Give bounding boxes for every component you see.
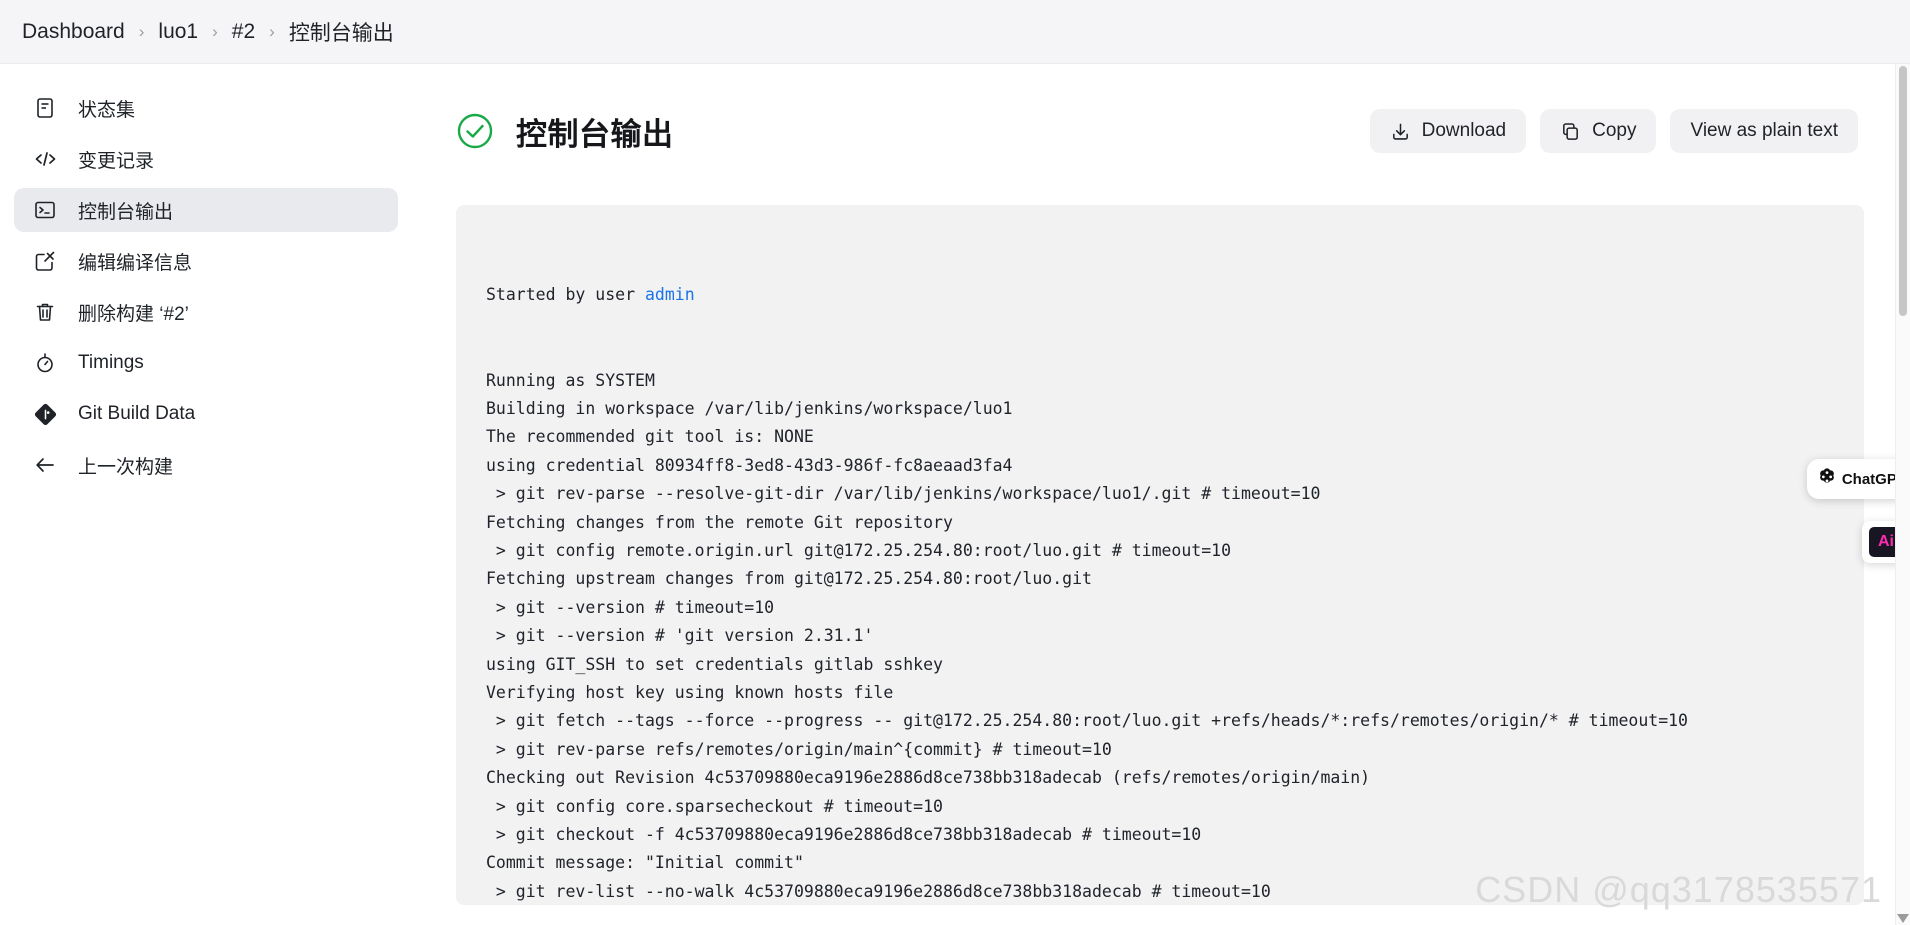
user-link[interactable]: admin [645,285,695,304]
download-button-label: Download [1421,120,1507,142]
sidebar-item-console-output[interactable]: 控制台输出 [14,188,398,232]
log-line: > git rev-parse refs/remotes/origin/main… [486,739,1112,759]
log-line-started-by: Started by user admin [486,281,1864,309]
arrow-left-icon [32,452,58,478]
log-line: The recommended git tool is: NONE [486,427,814,447]
page-scrollbar[interactable] [1895,64,1910,925]
scrollbar-thumb[interactable] [1899,66,1907,316]
log-line: Running as SYSTEM [486,370,655,390]
header-actions: Download Copy View as plain text [1369,109,1858,154]
breadcrumb-item-dashboard[interactable]: Dashboard [22,20,125,44]
chevron-right-icon: › [212,22,218,41]
log-line: Verifying host key using known hosts fil… [486,683,894,703]
sidebar-item-changes[interactable]: 变更记录 [14,137,398,181]
console-log: Started by user admin Running as SYSTEM B… [486,225,1864,905]
sidebar-item-label: 编辑编译信息 [78,252,193,274]
log-line: > git --version # timeout=10 [486,597,775,617]
trash-icon [32,299,58,325]
sidebar: 状态集 变更记录 控制台输出 编辑编译信息 删除构建 ‘#2’ Timings … [0,64,420,925]
breadcrumb-bar: Dashboard › luo1 › #2 › 控制台输出 [0,0,1910,64]
sidebar-item-label: Timings [78,352,144,373]
chatgpt-logo-icon [1816,466,1838,492]
log-line: Checking out Revision 4c53709880eca9196e… [486,768,1371,788]
edit-square-icon [32,248,58,274]
code-icon [32,146,58,172]
log-lines: Running as SYSTEM Building in workspace /… [486,367,1864,905]
sidebar-item-label: 删除构建 ‘#2’ [78,303,189,325]
breadcrumb: Dashboard › luo1 › #2 › 控制台输出 [22,17,394,47]
breadcrumb-item-job[interactable]: luo1 [158,20,198,44]
stopwatch-icon [32,350,58,376]
sidebar-item-label: 状态集 [78,99,136,121]
log-line-prefix: Started by user [486,285,645,305]
copy-button[interactable]: Copy [1540,109,1657,154]
log-line: > git rev-parse --resolve-git-dir /var/l… [486,484,1321,504]
log-line: > git rev-list --no-walk 4c53709880eca91… [486,881,1271,901]
console-output-panel[interactable]: Started by user admin Running as SYSTEM B… [456,204,1864,905]
breadcrumb-item-build[interactable]: #2 [232,20,255,44]
chevron-right-icon: › [269,22,275,41]
sidebar-item-git-build-data[interactable]: Git Build Data [14,392,398,436]
view-plain-text-button-label: View as plain text [1690,120,1838,142]
log-line: > git config remote.origin.url git@172.2… [486,541,1232,560]
sidebar-item-label: 上一次构建 [78,456,174,478]
copy-button-label: Copy [1592,120,1637,142]
ai-label: Ai [1878,533,1894,550]
terminal-icon [32,197,58,223]
sidebar-item-timings[interactable]: Timings [14,341,398,385]
document-icon [32,95,58,121]
sidebar-item-edit-build-info[interactable]: 编辑编译信息 [14,239,398,283]
log-line: Fetching upstream changes from git@172.2… [486,569,1092,589]
log-line: > git config core.sparsecheckout # timeo… [486,796,943,816]
main-content: 控制台输出 Download Copy View as plain text S… [420,64,1910,925]
chevron-right-icon: › [138,22,145,41]
log-line: > git fetch --tags --force --progress --… [486,711,1688,731]
page-body: 状态集 变更记录 控制台输出 编辑编译信息 删除构建 ‘#2’ Timings … [0,64,1910,925]
sidebar-item-previous-build[interactable]: 上一次构建 [14,443,398,487]
sidebar-item-label: 变更记录 [78,150,155,172]
log-line: > git --version # 'git version 2.31.1' [486,626,874,646]
sidebar-item-status-set[interactable]: 状态集 [14,86,398,130]
log-line: Building in workspace /var/lib/jenkins/w… [486,398,1013,418]
copy-icon [1560,121,1581,142]
sidebar-item-delete-build[interactable]: 删除构建 ‘#2’ [14,290,398,334]
page-title-group: 控制台输出 [456,88,674,175]
sidebar-item-label: Git Build Data [78,403,196,424]
scroll-down-arrow-icon[interactable] [1897,914,1909,923]
log-line: using GIT_SSH to set credentials gitlab … [486,654,943,674]
breadcrumb-item-console[interactable]: 控制台输出 [289,17,394,47]
log-line: Commit message: "Initial commit" [486,853,804,873]
git-diamond-icon [32,401,58,427]
view-plain-text-button[interactable]: View as plain text [1670,109,1858,154]
sidebar-item-label: 控制台输出 [78,201,174,223]
page-header: 控制台输出 Download Copy View as plain text [456,88,1864,175]
success-check-icon [456,112,494,150]
page-title: 控制台输出 [516,116,674,152]
download-button[interactable]: Download [1369,109,1527,154]
log-line: using credential 80934ff8-3ed8-43d3-986f… [486,455,1013,475]
log-line: > git checkout -f 4c53709880eca9196e2886… [486,825,1202,845]
log-line: Fetching changes from the remote Git rep… [486,512,953,532]
download-icon [1390,121,1411,142]
